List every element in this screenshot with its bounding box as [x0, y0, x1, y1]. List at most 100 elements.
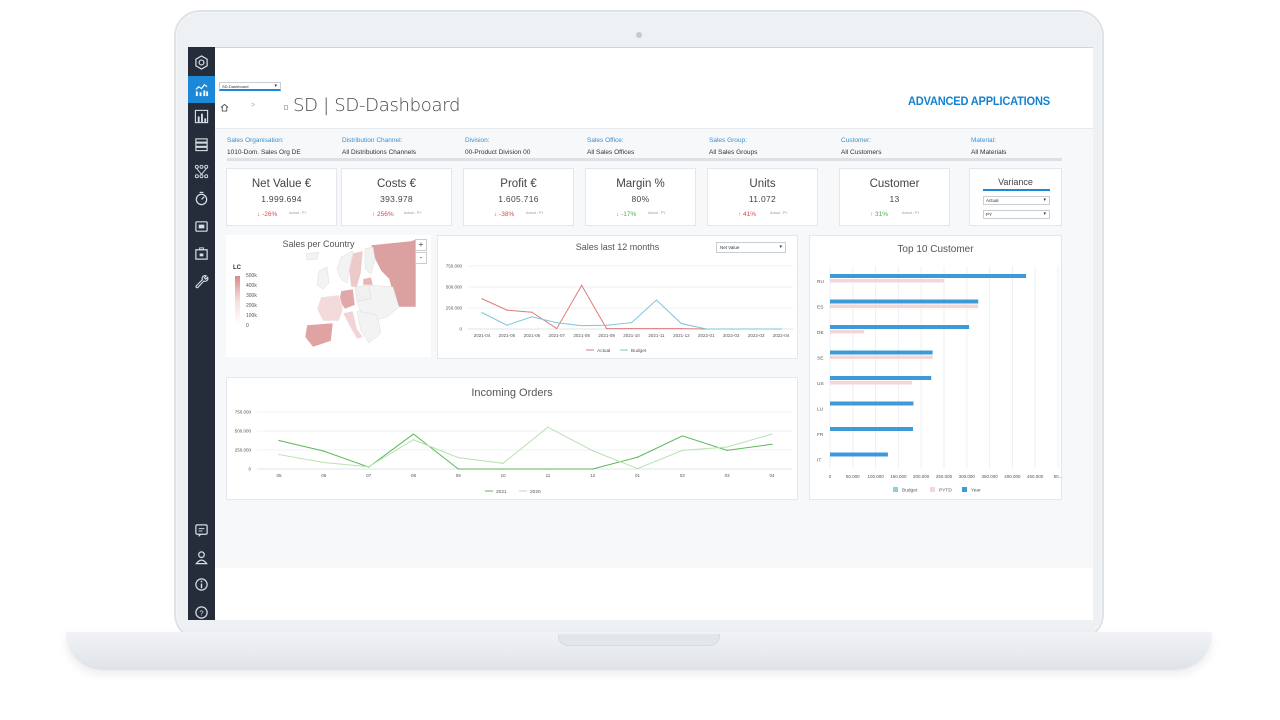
series-line-2021[interactable]: [278, 433, 773, 470]
filter-sales-office[interactable]: Sales Office: All Sales Offices: [587, 137, 634, 156]
legend-label[interactable]: Year: [971, 488, 981, 494]
data-point[interactable]: [755, 328, 757, 330]
kpi-card[interactable]: Units 11.072 ↑ 41% Actual - PY: [707, 168, 818, 226]
data-point[interactable]: [655, 299, 658, 301]
data-point[interactable]: [680, 322, 682, 325]
data-point[interactable]: [506, 324, 508, 326]
series-line-budget[interactable]: [481, 299, 781, 330]
timer-icon[interactable]: [188, 185, 215, 212]
data-point[interactable]: [502, 462, 504, 464]
legend-label[interactable]: Budget: [902, 488, 918, 494]
bookmark-icon[interactable]: [284, 105, 288, 110]
user-icon[interactable]: [188, 544, 215, 571]
data-point[interactable]: [457, 457, 459, 459]
bar-pytd[interactable]: [830, 279, 944, 283]
filter-division[interactable]: Division: 00-Product Division 00: [465, 137, 530, 156]
legend-label[interactable]: 2021: [496, 489, 507, 495]
filter-sales-group[interactable]: Sales Group: All Sales Groups: [709, 137, 757, 156]
data-point[interactable]: [368, 466, 370, 468]
bar-year[interactable]: [830, 401, 914, 406]
data-point[interactable]: [730, 328, 732, 330]
bar-pytd[interactable]: [830, 330, 865, 334]
help-icon[interactable]: ?: [188, 599, 215, 620]
legend-swatch[interactable]: [893, 487, 898, 492]
data-point[interactable]: [605, 327, 608, 330]
map-zoom-out-button[interactable]: -: [415, 252, 427, 264]
list-rows-icon[interactable]: [188, 131, 215, 158]
series-line-2020[interactable]: [278, 426, 773, 470]
data-point[interactable]: [680, 327, 682, 330]
data-point[interactable]: [481, 312, 483, 314]
data-point[interactable]: [481, 298, 483, 300]
legend-label[interactable]: PYTD: [939, 488, 952, 494]
bar-year[interactable]: [830, 274, 1027, 278]
data-point[interactable]: [278, 439, 280, 442]
data-point[interactable]: [705, 328, 707, 330]
kpi-card[interactable]: Margin % 80% ↓ -17% Actual - PY: [585, 168, 696, 226]
data-point[interactable]: [726, 449, 728, 451]
europe-map[interactable]: [301, 239, 416, 351]
data-point[interactable]: [605, 324, 608, 326]
data-point[interactable]: [581, 325, 583, 327]
data-point[interactable]: [506, 309, 508, 311]
data-point[interactable]: [771, 433, 773, 435]
data-point[interactable]: [655, 327, 658, 330]
hierarchy-icon[interactable]: [188, 158, 215, 185]
bar-year[interactable]: [830, 325, 970, 329]
data-point[interactable]: [323, 461, 325, 464]
kpi-card[interactable]: Customer 13 ↑ 31% Actual - PY: [839, 168, 950, 226]
view-selector[interactable]: SD-Dashboard ▾: [219, 82, 281, 91]
variance-select-comparison[interactable]: PY ▾: [983, 210, 1050, 219]
data-point[interactable]: [592, 450, 594, 452]
bar-report-icon[interactable]: [188, 103, 215, 130]
variance-select-actual[interactable]: Actual ▾: [983, 196, 1050, 205]
data-point[interactable]: [630, 327, 633, 330]
data-point[interactable]: [771, 443, 773, 445]
map-zoom-in-button[interactable]: +: [415, 239, 427, 251]
bar-pytd[interactable]: [830, 304, 979, 309]
data-point[interactable]: [457, 468, 459, 470]
data-point[interactable]: [780, 328, 782, 330]
data-point[interactable]: [636, 468, 639, 470]
legend-label[interactable]: Budget: [631, 348, 647, 354]
bar-pytd[interactable]: [830, 381, 913, 385]
chat-icon[interactable]: [188, 517, 215, 544]
info-icon[interactable]: [188, 571, 215, 598]
kpi-card[interactable]: Profit € 1.605.716 ↓ -38% Actual - PY: [463, 168, 574, 226]
data-point[interactable]: [636, 456, 639, 458]
data-point[interactable]: [726, 446, 728, 448]
data-point[interactable]: [323, 450, 325, 452]
legend-swatch[interactable]: [930, 487, 935, 492]
bar-year[interactable]: [830, 350, 933, 355]
bar-year[interactable]: [830, 376, 932, 380]
bar-year[interactable]: [830, 452, 888, 457]
data-point[interactable]: [630, 322, 633, 324]
kpi-card[interactable]: Net Value € 1.999.694 ↓ -26% Actual - PY: [226, 168, 337, 226]
data-point[interactable]: [681, 435, 683, 437]
filter-distribution-channel[interactable]: Distribution Channel: All Distributions C…: [342, 137, 416, 156]
legend-label[interactable]: Actual: [597, 348, 610, 354]
kpi-card[interactable]: Costs € 393.978 ↑ 256% Actual - PY: [341, 168, 452, 226]
briefcase-icon[interactable]: [188, 240, 215, 267]
bar-year[interactable]: [830, 299, 979, 304]
legend-swatch[interactable]: [962, 487, 967, 492]
filter-material[interactable]: Material: All Materials: [971, 137, 1006, 156]
home-icon[interactable]: [220, 103, 229, 112]
filter-customer[interactable]: Customer: All Customers: [841, 137, 881, 156]
data-point[interactable]: [278, 453, 280, 456]
data-point[interactable]: [531, 316, 533, 318]
data-point[interactable]: [592, 468, 594, 470]
hexagon-settings-icon[interactable]: [188, 49, 215, 76]
data-point[interactable]: [547, 468, 549, 470]
filter-sales-organisation[interactable]: Sales Organisation: 1010-Dom. Sales Org D…: [227, 137, 301, 156]
bar-year[interactable]: [830, 427, 913, 431]
data-point[interactable]: [412, 433, 415, 435]
data-point[interactable]: [502, 468, 504, 470]
data-point[interactable]: [547, 426, 549, 428]
data-point[interactable]: [531, 311, 533, 313]
data-point[interactable]: [556, 327, 558, 330]
data-point[interactable]: [681, 449, 683, 451]
legend-label[interactable]: 2020: [530, 489, 541, 495]
data-point[interactable]: [556, 322, 558, 324]
data-point[interactable]: [412, 439, 415, 441]
